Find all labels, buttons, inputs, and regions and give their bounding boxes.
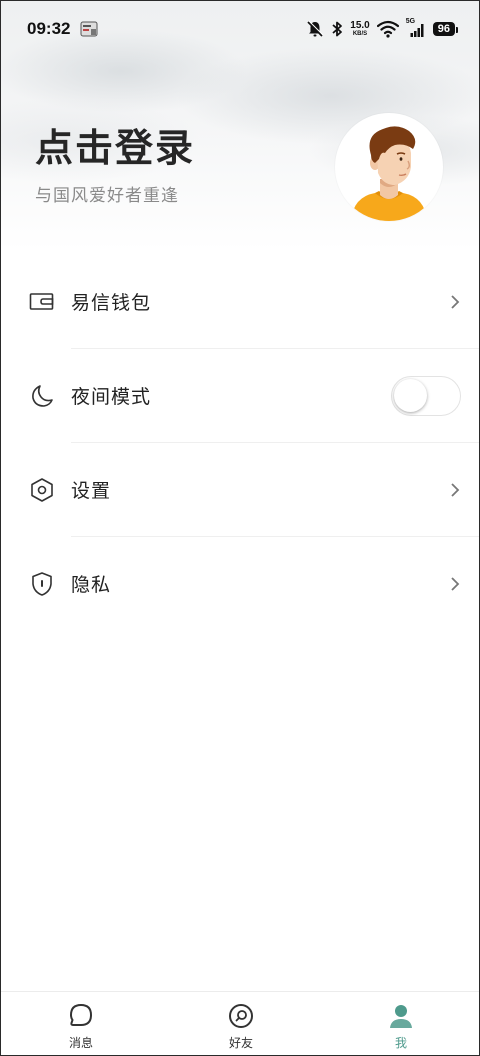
login-subtitle: 与国风爱好者重逢 — [35, 186, 179, 206]
chevron-right-icon — [451, 577, 460, 591]
moon-icon — [32, 385, 53, 407]
avatar[interactable] — [335, 113, 443, 221]
hexagon-settings-icon — [31, 478, 53, 502]
menu-item-label: 设置 — [71, 480, 112, 502]
friends-search-icon — [229, 1004, 253, 1028]
menu-item-label: 易信钱包 — [71, 292, 152, 314]
tab-me[interactable]: 我 — [321, 992, 479, 1055]
night-mode-toggle[interactable] — [391, 376, 461, 416]
menu-item-label: 隐私 — [71, 574, 112, 596]
chat-bubble-icon — [70, 1004, 92, 1026]
network-speed-value: 15.0 — [350, 20, 370, 31]
mute-bell-icon — [307, 20, 324, 37]
tab-label: 好友 — [228, 1036, 253, 1050]
wifi-icon — [376, 20, 399, 38]
menu-item-privacy[interactable]: 隐私 — [1, 537, 479, 631]
app-notification-icon — [80, 21, 98, 37]
menu-item-wallet[interactable]: 易信钱包 — [1, 255, 479, 349]
menu-item-night-mode[interactable]: 夜间模式 — [1, 349, 479, 443]
battery-indicator: 96 — [432, 22, 459, 36]
tab-label: 我 — [394, 1036, 407, 1050]
network-speed: 15.0 KB/S — [350, 20, 370, 38]
network-speed-unit: KB/S — [352, 31, 368, 37]
person-icon — [390, 1005, 412, 1028]
chevron-right-icon — [451, 295, 460, 309]
status-bar: 09:32 15.0 KB/S 5G 96 — [1, 1, 479, 57]
tab-friends[interactable]: 好友 — [161, 992, 321, 1055]
status-icons: 15.0 KB/S 5G 96 — [306, 18, 459, 38]
login-title[interactable]: 点击登录 — [35, 117, 195, 172]
cell-signal: 5G — [406, 18, 426, 38]
status-time: 09:32 — [27, 19, 71, 38]
avatar-illustration — [351, 126, 427, 221]
app-frame: 09:32 15.0 KB/S 5G 96 点击登录 与国风爱好者重逢 易信钱包… — [0, 0, 480, 1056]
toggle-knob — [394, 379, 427, 412]
bottom-tab-bar: 消息 好友 我 — [1, 991, 479, 1055]
tab-messages[interactable]: 消息 — [1, 992, 161, 1055]
menu-item-settings[interactable]: 设置 — [1, 443, 479, 537]
chevron-right-icon — [451, 483, 460, 497]
menu-item-label: 夜间模式 — [71, 386, 152, 408]
tab-label: 消息 — [68, 1036, 93, 1050]
shield-lock-icon — [32, 572, 52, 596]
wallet-icon — [29, 293, 54, 310]
settings-menu: 易信钱包 夜间模式 设置 隐私 — [1, 255, 479, 631]
bluetooth-icon — [332, 21, 343, 37]
signal-bars-icon — [410, 24, 424, 37]
